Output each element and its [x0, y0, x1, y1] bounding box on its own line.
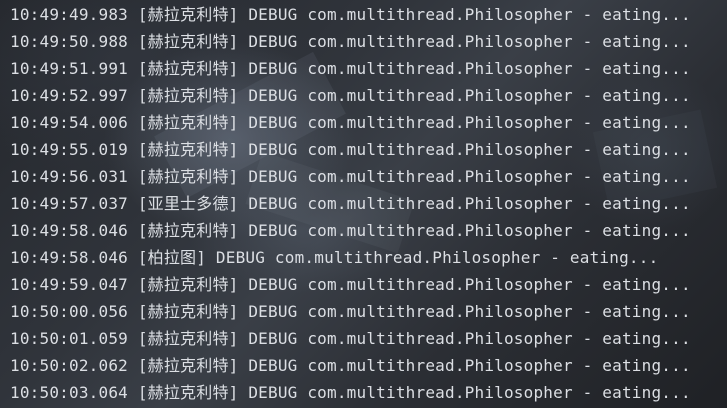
- log-line: 10:49:59.047 [赫拉克利特] DEBUG com.multithre…: [10, 275, 691, 294]
- log-line: 10:49:50.988 [赫拉克利特] DEBUG com.multithre…: [10, 32, 691, 51]
- log-line: 10:49:54.006 [赫拉克利特] DEBUG com.multithre…: [10, 113, 691, 132]
- log-line: 10:50:01.059 [赫拉克利特] DEBUG com.multithre…: [10, 329, 691, 348]
- log-line: 10:50:02.062 [赫拉克利特] DEBUG com.multithre…: [10, 356, 691, 375]
- log-line: 10:50:00.056 [赫拉克利特] DEBUG com.multithre…: [10, 302, 691, 321]
- log-line: 10:49:57.037 [亚里士多德] DEBUG com.multithre…: [10, 194, 691, 213]
- log-line: 10:49:51.991 [赫拉克利特] DEBUG com.multithre…: [10, 59, 691, 78]
- log-line: 10:49:55.019 [赫拉克利特] DEBUG com.multithre…: [10, 140, 691, 159]
- log-line: 10:49:58.046 [柏拉图] DEBUG com.multithread…: [10, 248, 659, 267]
- console-output[interactable]: 10:49:49.983 [赫拉克利特] DEBUG com.multithre…: [0, 0, 727, 408]
- log-line: 10:49:58.046 [赫拉克利特] DEBUG com.multithre…: [10, 221, 691, 240]
- log-line: 10:49:52.997 [赫拉克利特] DEBUG com.multithre…: [10, 86, 691, 105]
- log-line: 10:49:56.031 [赫拉克利特] DEBUG com.multithre…: [10, 167, 691, 186]
- log-line: 10:50:03.064 [赫拉克利特] DEBUG com.multithre…: [10, 383, 691, 402]
- log-line: 10:49:49.983 [赫拉克利特] DEBUG com.multithre…: [10, 5, 691, 24]
